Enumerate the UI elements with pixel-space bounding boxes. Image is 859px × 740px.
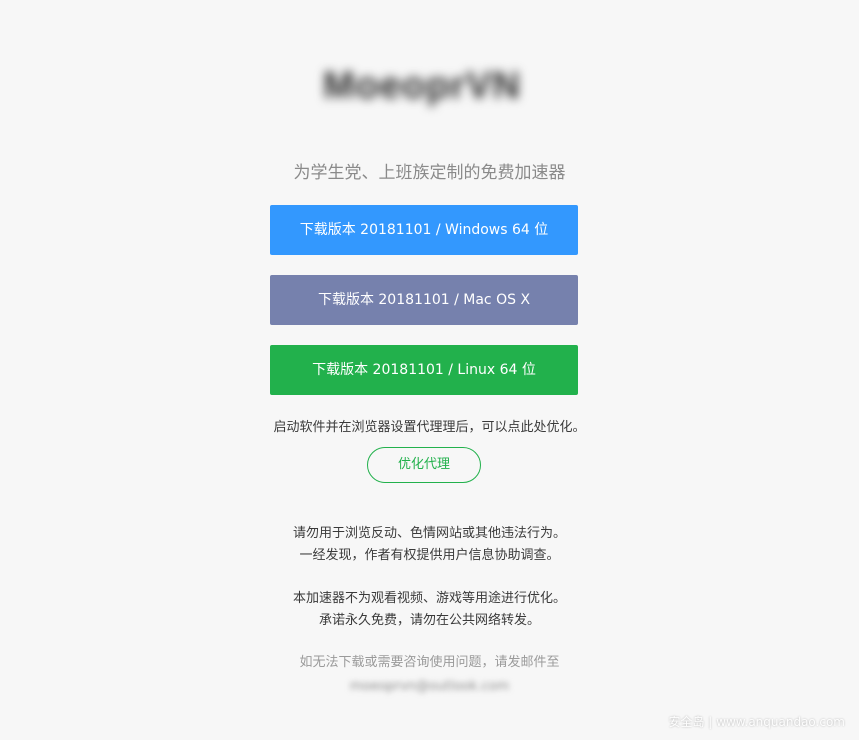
contact-email-link[interactable]: moeoprvn@outlook.com (350, 675, 509, 699)
notice-line: 承诺永久免费，请勿在公共网络转发。 (318, 613, 540, 628)
notice-line: 请勿用于浏览反动、色情网站或其他违法行为。 (292, 526, 566, 541)
tagline: 为学生党、上班族定制的免费加速器 (293, 163, 566, 183)
page: MoeoprVN 为学生党、上班族定制的免费加速器 下载版本 20181101 … (0, 0, 859, 740)
logo: MoeoprVN (323, 65, 521, 107)
usage-notice: 本加速器不为观看视频、游戏等用途进行优化。 承诺永久免费，请勿在公共网络转发。 (0, 588, 859, 632)
optimize-hint: 启动软件并在浏览器设置代理理后，可以点此处优化。 (273, 420, 586, 435)
watermark: 安全岛 | www.anquandao.com (668, 715, 845, 729)
contact-text: 如无法下载或需要咨询使用问题，请发邮件至 (299, 655, 560, 670)
notice-line: 一经发现，作者有权提供用户信息协助调查。 (299, 548, 560, 563)
download-linux-button[interactable]: 下载版本 20181101 / Linux 64 位 (270, 345, 578, 395)
legal-notice: 请勿用于浏览反动、色情网站或其他违法行为。 一经发现，作者有权提供用户信息协助调… (0, 523, 859, 567)
download-windows-button[interactable]: 下载版本 20181101 / Windows 64 位 (270, 205, 578, 255)
optimize-proxy-button[interactable]: 优化代理 (367, 447, 481, 483)
notice-line: 本加速器不为观看视频、游戏等用途进行优化。 (292, 591, 566, 606)
contact-info: 如无法下载或需要咨询使用问题，请发邮件至 moeoprvn@outlook.co… (0, 651, 859, 699)
download-mac-button[interactable]: 下载版本 20181101 / Mac OS X (270, 275, 578, 325)
